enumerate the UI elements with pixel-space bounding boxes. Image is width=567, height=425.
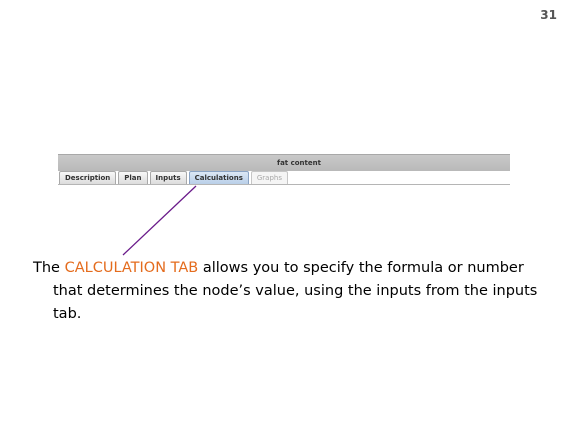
caption-text: The CALCULATION TAB allows you to specif… [33,257,553,326]
callout-pointer-line [122,185,197,256]
slide: 31 fat content Description Plan Inputs C… [0,0,567,425]
caption-highlight: CALCULATION TAB [64,260,199,276]
caption-prefix: The [33,260,65,276]
pointer-line [122,185,197,256]
